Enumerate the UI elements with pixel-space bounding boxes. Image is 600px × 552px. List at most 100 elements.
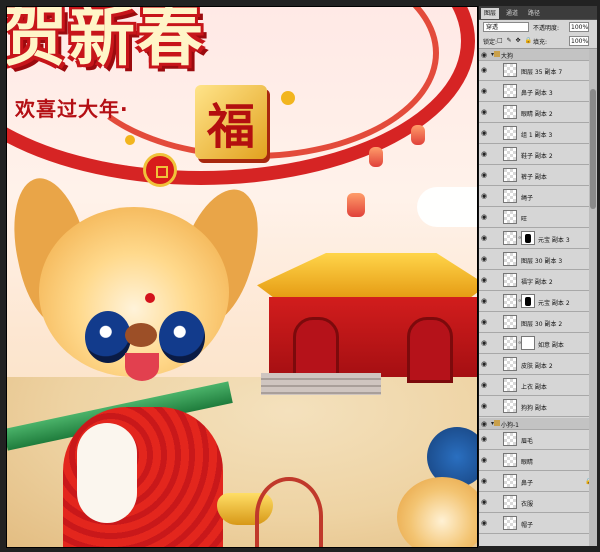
layer-row[interactable]: ◉🔒鼻子 [479,472,597,492]
eye-visibility-icon[interactable]: ◉ [481,192,489,200]
layer-row[interactable]: ◉ 旺 [479,208,597,228]
dog-fur-trim [77,423,137,523]
cloud [417,187,477,227]
dog-head [39,207,229,377]
layer-row[interactable]: ◉ 狗狗 副本 [479,397,597,417]
lantern-icon [369,147,383,167]
tab-layers[interactable]: 图层 [481,8,500,19]
eye-visibility-icon[interactable]: ◉ [481,213,489,221]
layer-thumbnail [503,168,517,182]
eye-visibility-icon[interactable]: ◉ [481,66,489,74]
layer-thumbnail [503,399,517,413]
eye-visibility-icon[interactable]: ◉ [481,519,489,527]
eye-visibility-icon[interactable]: ◉ [481,420,489,428]
lock-row: 锁定: □ ✎ ✥ 🔒 填充: 100% [479,34,597,49]
fu-character: 福 [206,99,255,155]
eye-visibility-icon[interactable]: ◉ [481,171,489,179]
layer-name: 元宝 副本 2 [538,300,570,307]
layer-group-row[interactable]: ◉ ▾ 小狗-1 [479,418,597,430]
dog-eye-right [159,311,205,363]
layer-row[interactable]: ◉ 帽子 [479,514,597,534]
layer-row[interactable]: ◉∞元宝 副本 3 [479,229,597,249]
layer-thumbnail [503,84,517,98]
layer-row[interactable]: ◉ 鼻子 副本 3 [479,82,597,102]
eye-visibility-icon[interactable]: ◉ [481,360,489,368]
document-canvas[interactable]: 贺新春 欢喜过大年· 福 [6,6,478,548]
layer-name: 衣服 [521,501,534,508]
layer-name: 组 1 副本 3 [521,132,553,139]
temple-door [407,317,453,383]
layer-row[interactable]: ◉∞元宝 副本 2 [479,292,597,312]
eye-visibility-icon[interactable]: ◉ [481,150,489,158]
eye-visibility-icon[interactable]: ◉ [481,297,489,305]
layer-thumbnail [503,516,517,530]
layer-name: 上衣 副本 [521,384,547,391]
eye-visibility-icon[interactable]: ◉ [481,435,489,443]
layer-row[interactable]: ◉ 绳子 [479,187,597,207]
eye-visibility-icon[interactable]: ◉ [481,381,489,389]
blend-row: 穿透 不透明度: 100% [479,20,597,34]
layer-name: 裤子 副本 [521,174,547,181]
layer-row[interactable]: ◉ 上衣 副本 [479,376,597,396]
layer-row[interactable]: ◉ 眼睛 [479,451,597,471]
layer-row[interactable]: ◉∞如意 副本 [479,334,597,354]
layer-name: 图层 30 副本 2 [521,321,563,328]
layer-row[interactable]: ◉ 组 1 副本 3 [479,124,597,144]
eye-visibility-icon[interactable]: ◉ [481,87,489,95]
layer-row[interactable]: ◉ 裤子 副本 [479,166,597,186]
layer-row[interactable]: ◉ 福字 副本 2 [479,271,597,291]
dog-nose [125,323,157,347]
eye-visibility-icon[interactable]: ◉ [481,456,489,464]
layer-group-row[interactable]: ◉ ▾ 大狗 [479,49,597,61]
layer-name: 狗狗 副本 [521,405,547,412]
layer-thumbnail [503,336,517,350]
layer-row[interactable]: ◉ 眼睛 副本 2 [479,103,597,123]
layer-mask-thumbnail[interactable] [521,294,535,308]
eye-visibility-icon[interactable]: ◉ [481,339,489,347]
fill-input[interactable]: 100% [569,36,589,46]
eye-visibility-icon[interactable]: ◉ [481,477,489,485]
layer-row[interactable]: ◉ 图层 30 副本 3 [479,250,597,270]
tab-channels[interactable]: 通道 [503,8,521,19]
lock-options-icon[interactable]: □ ✎ ✥ 🔒 [497,37,533,44]
layer-thumbnail [503,273,517,287]
eye-visibility-icon[interactable]: ◉ [481,129,489,137]
eye-visibility-icon[interactable]: ◉ [481,318,489,326]
layer-row[interactable]: ◉ 皮肤 副本 2 [479,355,597,375]
layer-row[interactable]: ◉ 图层 30 副本 2 [479,313,597,333]
layer-name: 鼻子 副本 3 [521,90,553,97]
layer-row[interactable]: ◉ 衣服 [479,493,597,513]
layer-name: 鼻子 [521,480,534,487]
layer-mask-thumbnail[interactable] [521,231,535,245]
eye-visibility-icon[interactable]: ◉ [481,402,489,410]
layer-name: 图层 30 副本 3 [521,258,563,265]
layer-thumbnail [503,453,517,467]
layer-name: 眉毛 [521,438,534,445]
layers-panel: 图层 通道 路径 穿透 不透明度: 100% 锁定: □ ✎ ✥ 🔒 填充: 1… [478,6,597,546]
eye-visibility-icon[interactable]: ◉ [481,51,489,59]
layer-name: 旺 [521,216,528,223]
layer-mask-thumbnail[interactable] [521,336,535,350]
opacity-input[interactable]: 100% [569,22,589,32]
subline-text: 欢喜过大年· [15,97,129,121]
photoshop-window: 贺新春 欢喜过大年· 福 图层 通道 路径 穿透 不透明度: 100% 锁定: … [0,0,600,552]
scrollbar-thumb[interactable] [590,89,596,209]
layer-thumbnail [503,210,517,224]
layers-scrollbar[interactable] [589,49,597,546]
layer-name: 绳子 [521,195,534,202]
layer-row[interactable]: ◉ 眉毛 [479,430,597,450]
tab-paths[interactable]: 路径 [525,8,543,19]
temple-steps [261,373,381,395]
eye-visibility-icon[interactable]: ◉ [481,276,489,284]
blend-mode-select[interactable]: 穿透 [483,22,529,32]
eye-visibility-icon[interactable]: ◉ [481,498,489,506]
layer-row[interactable]: ◉ 鞋子 副本 2 [479,145,597,165]
layer-row[interactable]: ◉ 图层 35 副本 7 [479,61,597,81]
eye-visibility-icon[interactable]: ◉ [481,234,489,242]
eye-visibility-icon[interactable]: ◉ [481,255,489,263]
folder-icon [494,420,500,426]
temple-illustration [257,223,477,395]
forehead-dot [145,293,155,303]
eye-visibility-icon[interactable]: ◉ [481,108,489,116]
layer-thumbnail [503,126,517,140]
